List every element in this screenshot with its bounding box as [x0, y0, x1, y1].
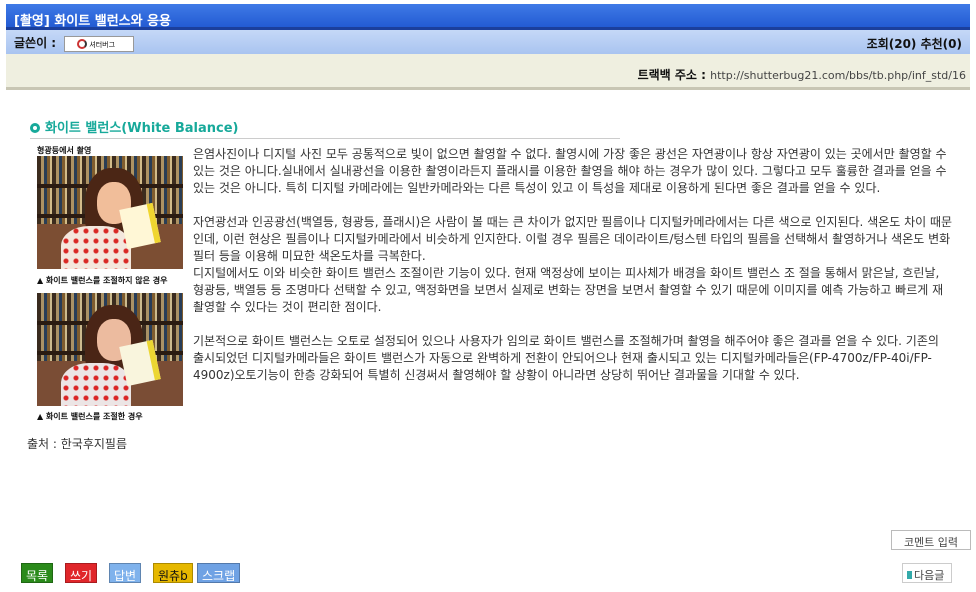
pin-icon [907, 571, 912, 579]
article-source: 출처 : 한국후지필름 [27, 437, 127, 451]
paragraph: 기본적으로 화이트 밸런스는 오토로 설정되어 있으나 사용자가 임의로 화이트… [193, 334, 939, 382]
author-bar: 글쓴이 : 셔터버그 조회(20) 추천(0) [6, 30, 970, 54]
image-top-caption: 형광등에서 촬영 [37, 146, 92, 155]
paragraph: 디지털에서도 이와 비슷한 화이트 밸런스 조절이란 기능이 있다. 현재 액정… [193, 266, 944, 314]
article-body: 은염사진이나 디지털 사진 모두 공통적으로 빛이 없으면 촬영할 수 없다. … [193, 146, 953, 401]
image-caption: ▲ 화이트 밸런스를 조절하지 않은 경우 [37, 276, 168, 285]
post-title: [촬영] 화이트 밸런스와 응용 [14, 14, 172, 29]
trackback-bar: 트랙백 주소 : http://shutterbug21.com/bbs/tb.… [6, 54, 970, 90]
logo-icon [77, 38, 88, 49]
scrap-button[interactable]: 스크랩 [197, 563, 241, 583]
next-post-button[interactable]: 다음글 [902, 563, 952, 583]
photo-adjusted [37, 293, 183, 406]
author-label: 글쓴이 : [14, 36, 57, 50]
image-caption: ▲ 화이트 밸런스를 조절한 경우 [37, 412, 143, 421]
paragraph: 은염사진이나 디지털 사진 모두 공통적으로 빛이 없으면 촬영할 수 없다. … [193, 147, 947, 195]
trackback-url[interactable]: http://shutterbug21.com/bbs/tb.php/inf_s… [710, 69, 966, 82]
list-button[interactable]: 목록 [21, 563, 54, 583]
reply-button[interactable]: 답변 [109, 563, 142, 583]
trackback-label: 트랙백 주소 : [637, 68, 711, 82]
comment-input-button[interactable]: 코멘트 입력 [891, 530, 971, 550]
circle-bullet-icon [30, 123, 40, 133]
view-stats: 조회(20) 추천(0) [866, 37, 962, 51]
article-heading: 화이트 밸런스(White Balance) [30, 117, 620, 139]
post-title-bar: [촬영] 화이트 밸런스와 응용 [6, 4, 970, 30]
author-logo[interactable]: 셔터버그 [64, 35, 135, 52]
recommend-button[interactable]: 원츄b [153, 563, 193, 583]
photo-unadjusted [37, 156, 183, 269]
write-button[interactable]: 쓰기 [65, 563, 98, 583]
paragraph: 자연광선과 인공광선(백열등, 형광등, 플래시)은 사람이 볼 때는 큰 차이… [193, 215, 953, 263]
